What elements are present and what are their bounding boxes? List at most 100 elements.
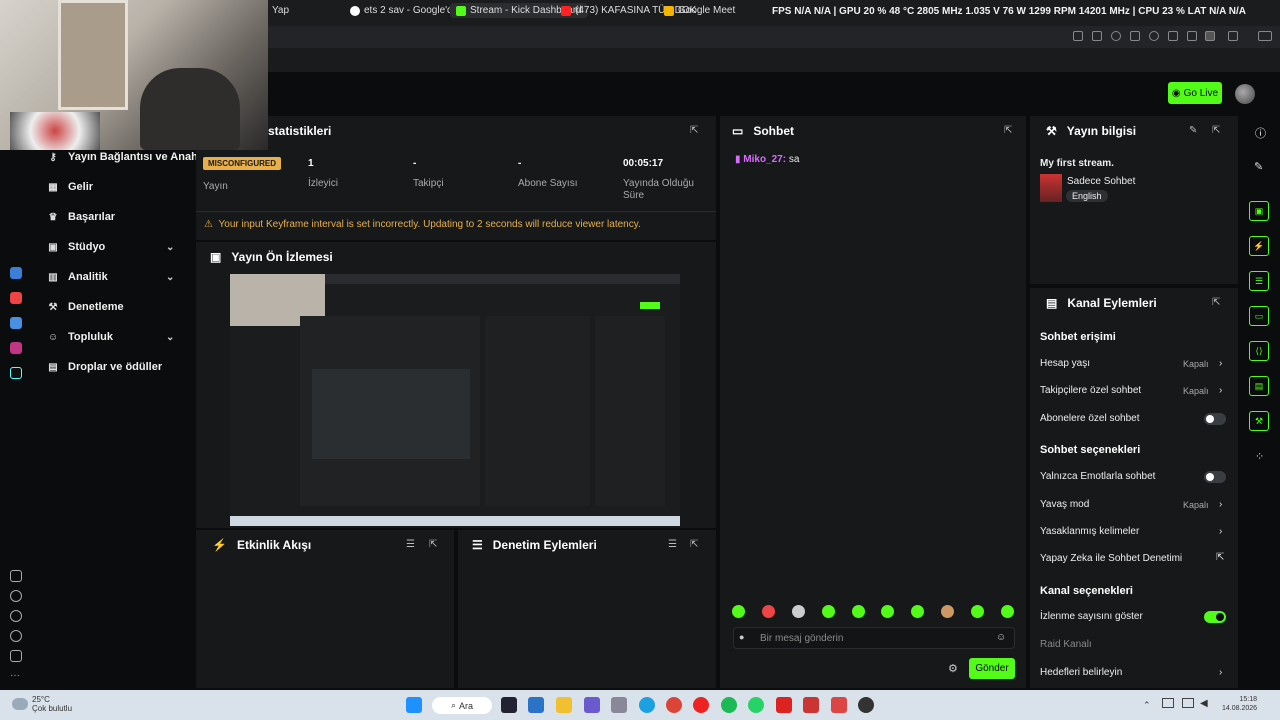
channel-icon[interactable]: ▤	[1249, 376, 1269, 396]
app-icon[interactable]	[10, 317, 22, 329]
toolbar-icon[interactable]	[1092, 31, 1102, 41]
app-icon[interactable]	[803, 697, 819, 713]
popout-icon[interactable]: ⇱	[690, 539, 698, 550]
heart-icon[interactable]	[1149, 31, 1159, 41]
profile-icon[interactable]	[1205, 31, 1215, 41]
app-icon[interactable]	[584, 697, 600, 713]
sidebar-item-studio[interactable]: ▣ Stüdyo ⌄	[48, 241, 174, 253]
emote-icon[interactable]	[911, 605, 924, 618]
emote-icon[interactable]	[1001, 605, 1014, 618]
sidebar-item-revenue[interactable]: ▦ Gelir	[48, 181, 93, 193]
app-icon[interactable]	[528, 697, 544, 713]
emote-icon[interactable]	[971, 605, 984, 618]
toolbar-icon[interactable]	[1073, 31, 1083, 41]
filter-icon[interactable]: ☰	[406, 539, 415, 550]
emote-icon[interactable]	[732, 605, 745, 618]
whatsapp-icon[interactable]	[748, 697, 764, 713]
app-icon[interactable]	[10, 292, 22, 304]
list-icon[interactable]: ☰	[1249, 271, 1269, 291]
popout-icon[interactable]: ⇱	[1212, 125, 1220, 136]
toolbar-icon[interactable]	[1168, 31, 1178, 41]
emote-icon[interactable]	[762, 605, 775, 618]
taskview-icon[interactable]	[501, 697, 517, 713]
taskbar-search[interactable]: ⌕ Ara	[432, 697, 492, 714]
subscriber-only-toggle[interactable]	[1204, 413, 1226, 425]
more-icon[interactable]: ···	[10, 670, 22, 682]
viewer-count-toggle[interactable]	[1204, 611, 1226, 623]
popout-icon[interactable]: ⇱	[690, 125, 698, 136]
app-icon[interactable]	[10, 650, 22, 662]
chat-username[interactable]: Miko_27:	[743, 154, 786, 165]
setting-label[interactable]: Yasaklanmış kelimeler	[1040, 526, 1139, 537]
grid-icon[interactable]	[10, 570, 22, 582]
emoji-icon[interactable]: ☺	[996, 632, 1006, 643]
sidebar-item-achievements[interactable]: ♛ Başarılar	[48, 211, 116, 223]
clock-icon[interactable]	[10, 610, 22, 622]
category-name[interactable]: Sadece Sohbet	[1067, 176, 1135, 187]
emote-icon[interactable]	[941, 605, 954, 618]
taskbar-clock[interactable]: 15:18 14.08.2026	[1222, 695, 1257, 713]
app-icon[interactable]	[10, 267, 22, 279]
emote-icon[interactable]	[852, 605, 865, 618]
volume-icon[interactable]: ◀	[1200, 698, 1208, 709]
sidebar-item-analytics[interactable]: ▥ Analitik ⌄	[48, 271, 174, 283]
bolt-icon[interactable]: ⚡	[1249, 236, 1269, 256]
settings-icon[interactable]: ⚙	[948, 662, 958, 675]
folder-icon[interactable]	[556, 697, 572, 713]
filter-icon[interactable]: ☰	[668, 539, 677, 550]
popout-icon[interactable]: ⇱	[1004, 125, 1012, 136]
sidebar-item-moderation[interactable]: ⚒ Denetleme	[48, 301, 124, 313]
go-live-button[interactable]: ◉ Go Live	[1168, 82, 1222, 104]
browser-tab[interactable]: Yap	[272, 5, 289, 16]
extension-icon[interactable]	[1228, 31, 1238, 41]
chevron-right-icon[interactable]: ›	[1219, 358, 1222, 369]
sidebar-item-stream-key[interactable]: ⚷ Yayın Bağlantısı ve Anahtar	[48, 151, 212, 163]
chevron-right-icon[interactable]: ›	[1219, 667, 1222, 678]
code-icon[interactable]: ⟨⟩	[1249, 341, 1269, 361]
toolbar-icon[interactable]	[1111, 31, 1121, 41]
stream-preview[interactable]	[230, 274, 680, 526]
obs-icon[interactable]	[858, 697, 874, 713]
setting-label[interactable]: Takipçilere özel sohbet	[1040, 385, 1141, 396]
popout-icon[interactable]: ⇱	[429, 539, 437, 550]
chat-icon[interactable]: ▭	[1249, 306, 1269, 326]
setting-label[interactable]: Yavaş mod	[1040, 499, 1089, 510]
ai-icon[interactable]	[1258, 31, 1272, 41]
app-icon[interactable]	[776, 697, 792, 713]
emote-icon[interactable]	[881, 605, 894, 618]
external-link-icon[interactable]: ⇱	[1216, 552, 1224, 563]
setting-label[interactable]: Hedefleri belirleyin	[1040, 667, 1122, 678]
panel-toggle-icon[interactable]: ▣	[1249, 201, 1269, 221]
spotify-icon[interactable]	[721, 697, 737, 713]
tray-icon[interactable]	[1162, 698, 1174, 708]
tiktok-icon[interactable]	[10, 367, 22, 379]
edge-icon[interactable]	[639, 697, 655, 713]
opera-icon[interactable]	[693, 697, 709, 713]
windows-start-icon[interactable]	[406, 697, 422, 713]
send-button[interactable]: Gönder	[969, 658, 1015, 679]
chevron-right-icon[interactable]: ›	[1219, 526, 1222, 537]
emote-only-toggle[interactable]	[1204, 471, 1226, 483]
edit-icon[interactable]: ✎	[1189, 125, 1197, 136]
layout-icon[interactable]: ⁘	[1255, 450, 1264, 463]
chrome-icon[interactable]	[666, 697, 682, 713]
browser-tab[interactable]: Google Meet	[664, 5, 735, 16]
menu-icon[interactable]	[1187, 31, 1197, 41]
emote-icon[interactable]	[792, 605, 805, 618]
user-icon[interactable]: ●	[739, 632, 744, 642]
setting-label[interactable]: Hesap yaşı	[1040, 358, 1090, 369]
network-icon[interactable]	[1182, 698, 1194, 708]
avatar[interactable]	[1235, 84, 1255, 104]
chevron-right-icon[interactable]: ›	[1219, 499, 1222, 510]
instagram-icon[interactable]	[10, 342, 22, 354]
popout-icon[interactable]: ⇱	[1212, 297, 1220, 308]
chevron-right-icon[interactable]: ›	[1219, 385, 1222, 396]
emote-icon[interactable]	[822, 605, 835, 618]
tray-chevron-icon[interactable]: ⌃	[1143, 700, 1151, 711]
weather-widget[interactable]: 25°C Çok bulutlu	[32, 695, 72, 713]
chat-input[interactable]: Bir mesaj gönderin	[733, 627, 1015, 649]
info-icon[interactable]: ⓘ	[1255, 125, 1266, 141]
sidebar-item-community[interactable]: ☺ Topluluk ⌄	[48, 331, 174, 343]
settings-icon[interactable]	[611, 697, 627, 713]
settings-icon[interactable]	[10, 630, 22, 642]
